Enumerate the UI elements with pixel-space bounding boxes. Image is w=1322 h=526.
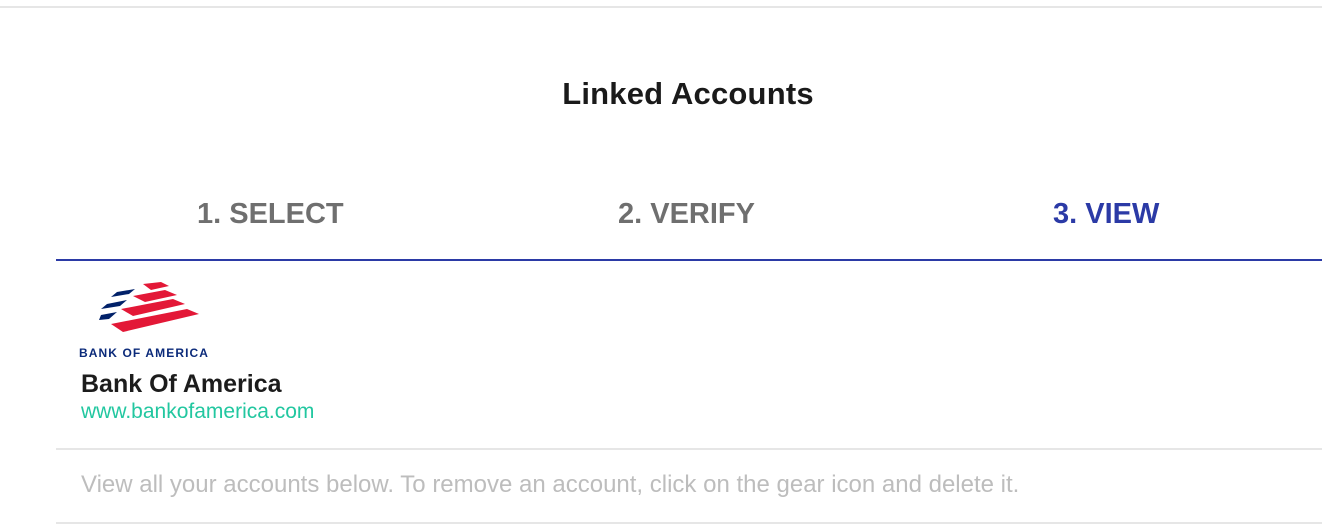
helper-text: View all your accounts below. To remove … (81, 471, 1020, 498)
section-divider (56, 448, 1322, 450)
top-divider (0, 6, 1322, 8)
bank-name: Bank Of America (81, 370, 282, 398)
bank-website-link[interactable]: www.bankofamerica.com (81, 400, 314, 424)
tab-verify[interactable]: 2. VERIFY (618, 198, 755, 231)
bank-logo-wordmark: BANK OF AMERICA (79, 346, 210, 360)
bank-flag-icon (99, 282, 199, 332)
active-step-underline (56, 259, 1322, 261)
bottom-divider (56, 522, 1322, 524)
tab-select[interactable]: 1. SELECT (197, 198, 344, 231)
page-title: Linked Accounts (562, 76, 814, 111)
step-tabs: 1. SELECT 2. VERIFY 3. VIEW (56, 198, 1322, 238)
tab-view[interactable]: 3. VIEW (1053, 198, 1159, 231)
bank-of-america-logo: BANK OF AMERICA (79, 282, 225, 360)
linked-accounts-page: Linked Accounts 1. SELECT 2. VERIFY 3. V… (0, 0, 1322, 526)
